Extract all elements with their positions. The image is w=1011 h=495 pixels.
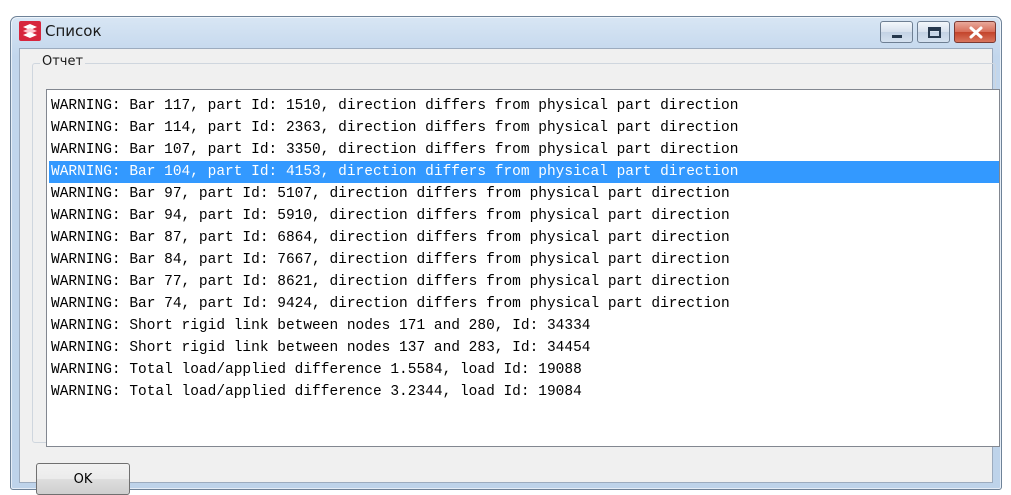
- minimize-button[interactable]: [880, 21, 913, 43]
- report-list[interactable]: WARNING: Bar 117, part Id: 1510, directi…: [46, 89, 1000, 447]
- list-item-selected[interactable]: WARNING: Bar 104, part Id: 4153, directi…: [49, 161, 999, 183]
- minimize-icon: [892, 35, 902, 38]
- list-item[interactable]: WARNING: Bar 117, part Id: 1510, directi…: [49, 95, 999, 117]
- window-client-area: Отчет WARNING: Bar 117, part Id: 1510, d…: [19, 48, 1000, 495]
- list-item[interactable]: WARNING: Bar 114, part Id: 2363, directi…: [49, 117, 999, 139]
- report-group-label: Отчет: [40, 54, 86, 69]
- list-item[interactable]: WARNING: Bar 107, part Id: 3350, directi…: [49, 139, 999, 161]
- list-item[interactable]: WARNING: Total load/applied difference 3…: [49, 381, 999, 403]
- list-item[interactable]: WARNING: Bar 77, part Id: 8621, directio…: [49, 271, 999, 293]
- maximize-button[interactable]: [917, 21, 950, 43]
- list-window: Список Отчет WARNING: Bar 117, part Id: …: [10, 16, 1002, 495]
- close-button[interactable]: [954, 21, 996, 43]
- list-item[interactable]: WARNING: Short rigid link between nodes …: [49, 315, 999, 337]
- list-item[interactable]: WARNING: Total load/applied difference 1…: [49, 359, 999, 381]
- ok-button[interactable]: OK: [36, 463, 130, 495]
- window-title: Список: [45, 22, 102, 40]
- app-logo-icon: [19, 21, 41, 41]
- close-icon: [969, 26, 983, 39]
- list-item[interactable]: WARNING: Bar 84, part Id: 7667, directio…: [49, 249, 999, 271]
- list-item[interactable]: WARNING: Bar 87, part Id: 6864, directio…: [49, 227, 999, 249]
- title-bar[interactable]: Список: [11, 17, 1001, 47]
- list-item[interactable]: WARNING: Short rigid link between nodes …: [49, 337, 999, 359]
- list-item[interactable]: WARNING: Bar 97, part Id: 5107, directio…: [49, 183, 999, 205]
- list-item[interactable]: WARNING: Bar 74, part Id: 9424, directio…: [49, 293, 999, 315]
- list-item[interactable]: WARNING: Bar 94, part Id: 5910, directio…: [49, 205, 999, 227]
- maximize-icon: [928, 27, 941, 38]
